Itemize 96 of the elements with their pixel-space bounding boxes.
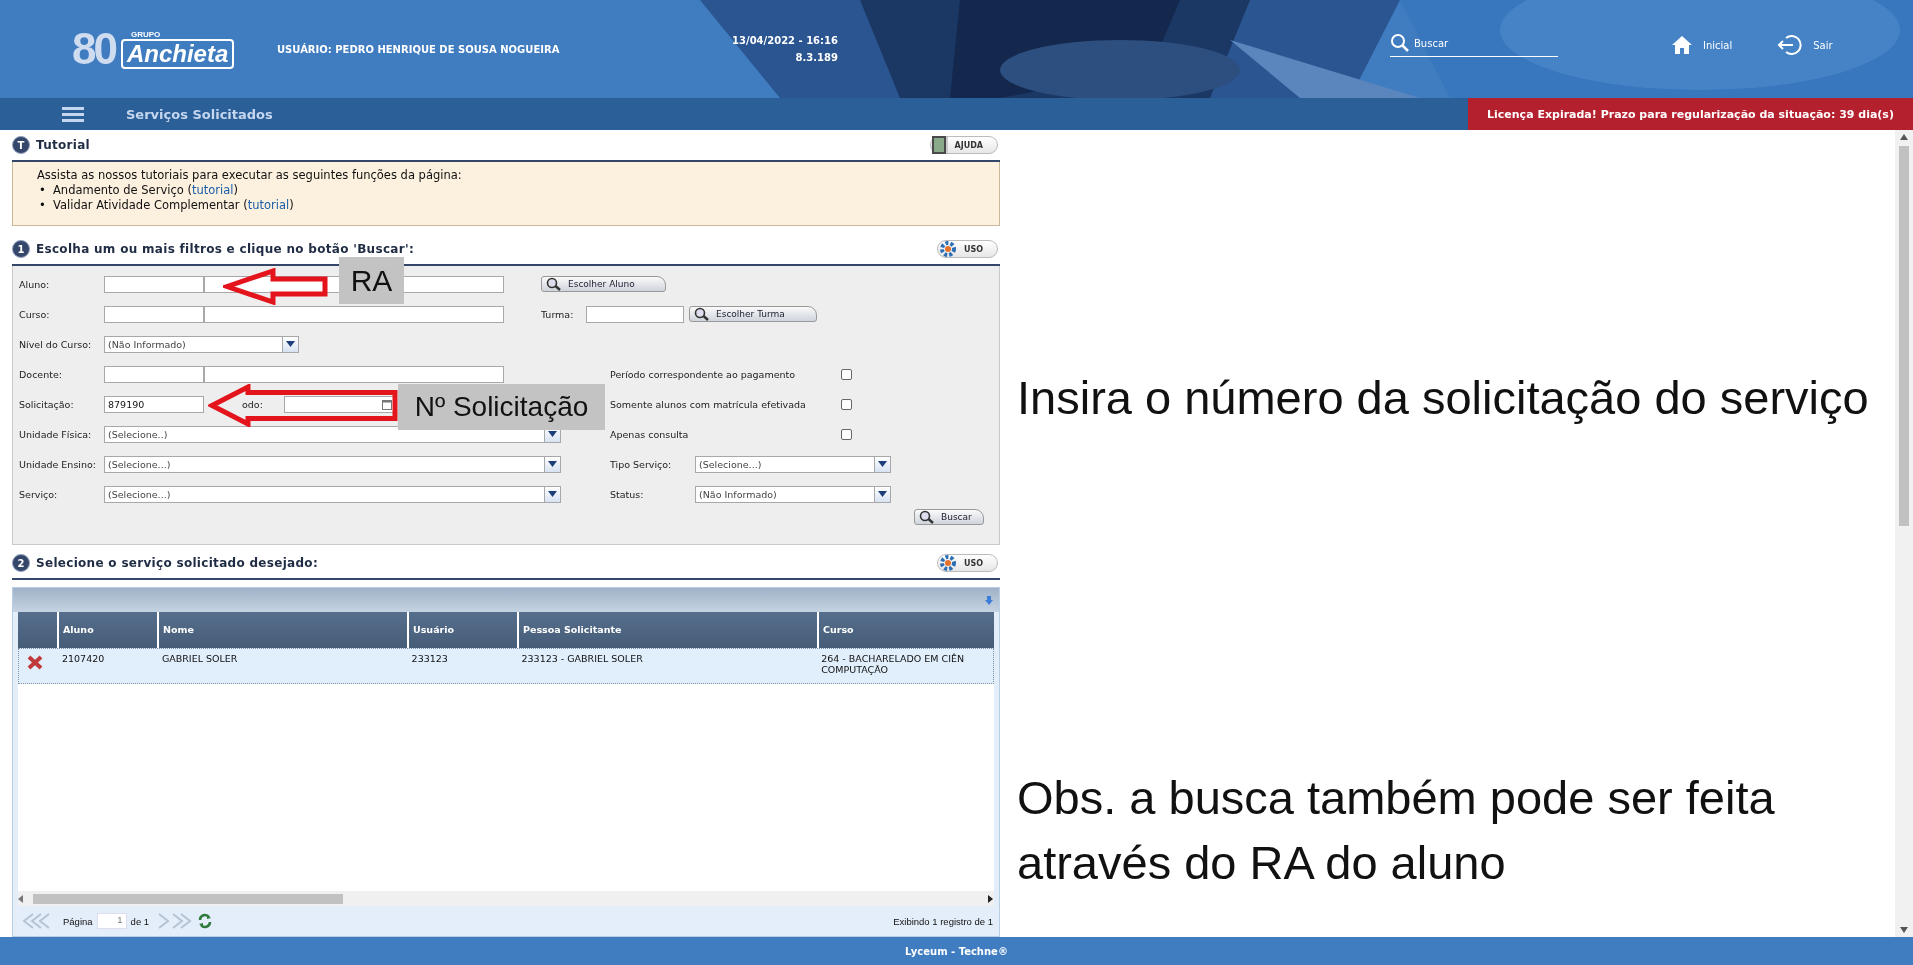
dropdown[interactable]: (Selecione...) xyxy=(104,485,561,503)
scroll-left-icon[interactable] xyxy=(18,894,24,903)
bullet: • xyxy=(39,183,47,198)
record-count: Exibindo 1 registro de 1 xyxy=(893,915,993,927)
text-field[interactable]: 879190 xyxy=(104,395,204,413)
footer-text: Lyceum - Techne® xyxy=(905,945,1008,957)
text-field[interactable] xyxy=(104,275,204,293)
book-icon xyxy=(930,135,949,155)
checkbox[interactable] xyxy=(841,428,852,440)
field-label: Turma: xyxy=(541,308,575,320)
dropdown[interactable]: (Não Informado) xyxy=(695,485,891,503)
gear-icon xyxy=(937,239,958,260)
step-badge: 1 xyxy=(12,240,30,259)
scroll-down-icon[interactable] xyxy=(1900,927,1908,933)
field-label: Aluno: xyxy=(19,278,51,290)
version-number: 8.3.189 xyxy=(795,52,838,63)
search-button[interactable]: Buscar xyxy=(914,509,984,526)
field-label: Unidade Física: xyxy=(19,428,93,440)
table-row[interactable]: 2107420 GABRIEL SOLER 233123 233123 - GABRIEL SOLER 264 - BACHARELADO EM CIÊN COMPUTAÇÃO xyxy=(18,648,994,684)
brand-caption: GRUPO xyxy=(130,29,161,39)
table-cell-text: 264 - BACHARELADO EM CIÊN COMPUTAÇÃO xyxy=(820,652,966,677)
text-field[interactable] xyxy=(586,305,684,323)
calendar-icon xyxy=(382,398,392,410)
search-button[interactable]: Escolher Turma xyxy=(689,306,817,323)
menu-icon[interactable] xyxy=(62,106,84,122)
down-arrow-icon[interactable] xyxy=(985,595,993,605)
checkbox[interactable] xyxy=(841,368,852,380)
instruction-text: Insira o número da solicitação do serviço xyxy=(1017,370,1870,425)
home-icon xyxy=(1671,35,1693,55)
section-title: Escolha um ou mais filtros e clique no botão 'Buscar': xyxy=(36,242,415,257)
home-link[interactable]: Inicial xyxy=(1703,39,1733,51)
tutorial-link[interactable]: tutorial xyxy=(191,183,234,197)
field-label: Serviço: xyxy=(19,488,59,500)
search-button[interactable]: Escolher Aluno xyxy=(541,276,666,293)
field-label: Status: xyxy=(610,488,645,500)
bullet: • xyxy=(39,198,47,213)
dropdown[interactable]: (Selecione...) xyxy=(104,455,561,473)
checkbox-label: Somente alunos com matrícula efetivada xyxy=(610,398,807,410)
step-badge: T xyxy=(12,136,30,154)
user-name: USUÁRIO: PEDRO HENRIQUE DE SOUSA NOGUEIRA xyxy=(277,43,561,55)
step-badge: 2 xyxy=(12,554,30,572)
search-icon xyxy=(1390,33,1410,53)
table-cell-text: GABRIEL SOLER xyxy=(160,652,239,666)
search-icon xyxy=(919,510,935,525)
page-field[interactable]: 1 xyxy=(96,913,127,929)
section-title: Selecione o serviço solicitado desejado: xyxy=(36,556,319,570)
tutorial-intro: Assista as nossos tutoriais para executar as seguintes funções da página: xyxy=(37,168,463,182)
field-label: Docente: xyxy=(19,368,63,380)
scroll-up-icon[interactable] xyxy=(1900,134,1908,140)
section-title: Tutorial xyxy=(36,138,92,152)
license-banner: Licença Expirada! Prazo para regularização da situação: 39 dia(s) xyxy=(1468,98,1913,130)
search-field[interactable]: Buscar xyxy=(1390,33,1558,57)
delete-icon[interactable] xyxy=(27,655,43,670)
search-icon xyxy=(546,277,562,292)
dropdown[interactable]: (Não Informado) xyxy=(104,335,299,353)
field-label: Nível do Curso: xyxy=(19,338,93,350)
usage-button[interactable]: USO xyxy=(936,554,998,572)
text-field[interactable] xyxy=(204,365,504,383)
table-cell-text: 2107420 xyxy=(60,652,106,666)
tutorial-item: Validar Atividade Complementar (tutorial) xyxy=(53,198,294,213)
tutorial-item: Andamento de Serviço (tutorial) xyxy=(53,183,238,198)
date-time: 13/04/2022 - 16:16 xyxy=(732,35,838,46)
field-label: Curso: xyxy=(19,308,51,320)
exit-icon xyxy=(1777,34,1804,56)
field-label: odo: xyxy=(242,398,264,410)
refresh-icon[interactable] xyxy=(197,913,214,929)
field-label: Unidade Ensino: xyxy=(19,458,97,470)
scroll-right-icon[interactable] xyxy=(988,894,994,903)
help-button[interactable]: AJUDA xyxy=(929,136,998,154)
scrollbar-thumb[interactable] xyxy=(33,893,343,904)
note-text: Obs. a busca também pode ser feita através do RA do aluno xyxy=(1017,770,1776,891)
gear-icon xyxy=(937,553,958,573)
search-icon xyxy=(694,307,710,322)
checkbox[interactable] xyxy=(841,398,852,410)
table-cell-text: 233123 xyxy=(410,652,449,666)
brand-logo: Anchieta xyxy=(120,38,235,69)
dropdown[interactable]: (Selecione...) xyxy=(695,455,891,473)
logout-link[interactable]: Sair xyxy=(1813,39,1833,51)
field-label: Tipo Serviço: xyxy=(610,458,673,470)
page-title: Serviços Solicitados xyxy=(126,106,274,122)
tutorial-link[interactable]: tutorial xyxy=(247,198,290,212)
usage-button[interactable]: USO xyxy=(936,240,998,259)
checkbox-label: Apenas consulta xyxy=(610,428,690,440)
scrollbar-thumb[interactable] xyxy=(1899,146,1909,526)
text-field[interactable] xyxy=(204,305,504,323)
text-field[interactable] xyxy=(104,365,204,383)
field-label: Solicitação: xyxy=(19,398,75,410)
table-cell-text: 233123 - GABRIEL SOLER xyxy=(520,652,644,666)
annotation-label: Nº Solicitação xyxy=(398,384,605,431)
annotation-label: RA xyxy=(339,257,404,305)
checkbox-label: Período correspondente ao pagamento xyxy=(610,368,797,380)
date-field[interactable] xyxy=(284,395,396,413)
page-count: de 1 xyxy=(130,915,150,927)
text-field[interactable] xyxy=(104,305,204,323)
logo-number: 80 xyxy=(72,24,115,74)
page-label: Página xyxy=(63,915,93,927)
